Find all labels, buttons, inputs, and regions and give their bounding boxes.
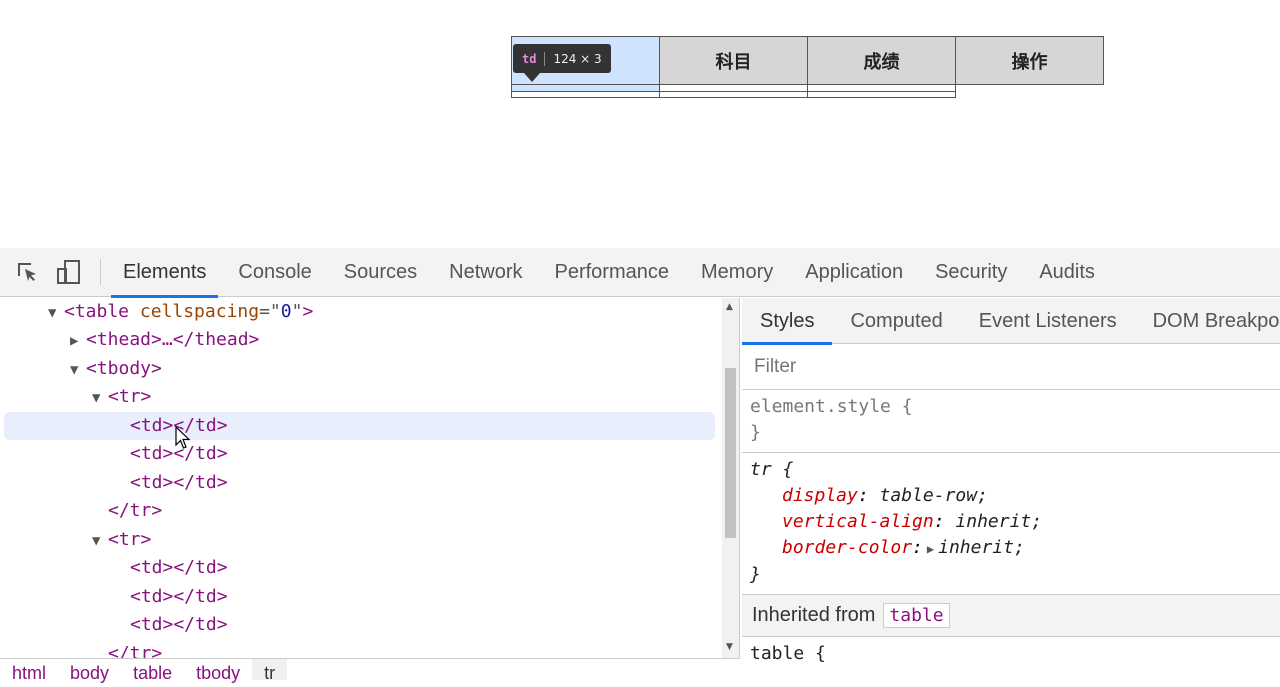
breadcrumb-html[interactable]: html <box>0 659 58 683</box>
header-cell-score: 成绩 <box>807 36 956 85</box>
tab-styles[interactable]: Styles <box>742 298 833 345</box>
tab-computed[interactable]: Computed <box>832 298 960 344</box>
devtools-panel: Elements Console Sources Network Perform… <box>0 248 1280 683</box>
styles-tabbar: Styles Computed Event Listeners DOM Brea… <box>742 298 1280 345</box>
device-toolbar-icon[interactable] <box>54 257 84 287</box>
rule-close: } <box>750 564 761 585</box>
scrollbar-thumb[interactable] <box>725 368 736 538</box>
dom-scrollbar[interactable]: ▲ ▼ <box>722 298 739 658</box>
tooltip-dimensions: 124 × 3 <box>553 51 602 66</box>
table-cell <box>659 91 808 98</box>
inherited-label: Inherited from <box>752 604 876 626</box>
tab-console[interactable]: Console <box>226 248 323 297</box>
breadcrumb: html body table tbody tr <box>0 658 740 683</box>
dom-node-table[interactable]: ▼ <table cellspacing="0"> <box>48 298 313 326</box>
header-cell-subject: 科目 <box>659 36 808 85</box>
dom-node-td[interactable]: <td></td> <box>130 583 228 611</box>
inspect-tooltip: td 124 × 3 <box>513 44 611 73</box>
styles-filter <box>742 344 1280 390</box>
dom-node-tbody[interactable]: ▼ <tbody> <box>70 355 162 383</box>
table-cell <box>511 84 660 92</box>
collapse-triangle-icon[interactable]: ▶ <box>70 327 86 355</box>
dom-node-td-selected[interactable]: <td></td> <box>4 412 715 440</box>
mouse-cursor-icon <box>175 425 191 454</box>
breadcrumb-body[interactable]: body <box>58 659 121 683</box>
dom-node-tr-close: </tr> <box>108 643 163 658</box>
rule-close: } <box>750 422 761 443</box>
filter-input[interactable] <box>754 355 1154 378</box>
tooltip-tag: td <box>522 51 537 66</box>
tooltip-separator <box>544 51 546 66</box>
declaration[interactable]: vertical-align: inherit; <box>750 509 1272 535</box>
tooltip-arrow <box>524 73 540 82</box>
expand-triangle-icon[interactable]: ▼ <box>48 299 64 327</box>
rule-element-style: element.style { } <box>742 390 1280 453</box>
rule-tr: tr { display: table-row; vertical-align:… <box>742 453 1280 595</box>
dom-node-td[interactable]: <td></td> <box>130 554 228 582</box>
rule-selector[interactable]: tr { <box>750 457 1272 483</box>
breadcrumb-tr[interactable]: tr <box>252 659 288 683</box>
tab-event-listeners[interactable]: Event Listeners <box>961 298 1135 344</box>
dom-tree: ▼ <table cellspacing="0"> ▶ <thead>…</thea… <box>0 298 740 658</box>
expand-triangle-icon[interactable]: ▼ <box>70 356 86 384</box>
tab-performance[interactable]: Performance <box>543 248 682 297</box>
tab-elements[interactable]: Elements <box>111 248 219 298</box>
expand-triangle-icon[interactable]: ▼ <box>92 384 108 412</box>
expand-triangle-icon[interactable]: ▼ <box>92 527 108 555</box>
declaration[interactable]: display: table-row; <box>750 483 1272 509</box>
styles-sidebar: Styles Computed Event Listeners DOM Brea… <box>742 298 1280 680</box>
scroll-up-icon[interactable]: ▲ <box>726 302 733 312</box>
devtools-toolbar: Elements Console Sources Network Perform… <box>0 248 1280 298</box>
table-cell <box>807 84 956 92</box>
rule-selector[interactable]: table { <box>750 641 1272 667</box>
rule-table: table { <box>742 637 1280 673</box>
tab-dom-breakpoints[interactable]: DOM Breakpoints <box>1135 298 1280 344</box>
table-cell <box>511 91 660 98</box>
page-viewport: 科目 成绩 操作 td 124 × 3 <box>0 0 1280 248</box>
table-cell <box>807 91 956 98</box>
rule-selector[interactable]: element.style { <box>750 394 1272 420</box>
scroll-down-icon[interactable]: ▼ <box>726 642 733 652</box>
dom-node-tr-close: </tr> <box>108 500 163 521</box>
expand-triangle-icon[interactable]: ▶ <box>927 542 934 556</box>
toolbar-divider <box>100 259 101 285</box>
tab-security[interactable]: Security <box>923 248 1019 297</box>
dom-node-thead[interactable]: ▶ <thead>…</thead> <box>70 326 259 354</box>
dom-node-td[interactable]: <td></td> <box>130 469 228 497</box>
tab-audits[interactable]: Audits <box>1027 248 1107 297</box>
declaration[interactable]: border-color: ▶ inherit; <box>750 535 1272 562</box>
table-cell <box>659 84 808 92</box>
header-cell-action: 操作 <box>955 36 1104 85</box>
breadcrumb-tbody[interactable]: tbody <box>184 659 252 683</box>
tab-sources[interactable]: Sources <box>332 248 429 297</box>
dom-node-tr[interactable]: ▼ <tr> <box>92 526 151 554</box>
inherited-tag-link[interactable]: table <box>883 603 950 628</box>
inspect-element-icon[interactable] <box>12 257 42 287</box>
tab-application[interactable]: Application <box>793 248 915 297</box>
dom-node-tr[interactable]: ▼ <tr> <box>92 383 151 411</box>
inherited-header: Inherited from table <box>742 595 1280 637</box>
tab-network[interactable]: Network <box>437 248 534 297</box>
breadcrumb-table[interactable]: table <box>121 659 184 683</box>
tab-memory[interactable]: Memory <box>689 248 785 297</box>
dom-node-td[interactable]: <td></td> <box>130 611 228 639</box>
